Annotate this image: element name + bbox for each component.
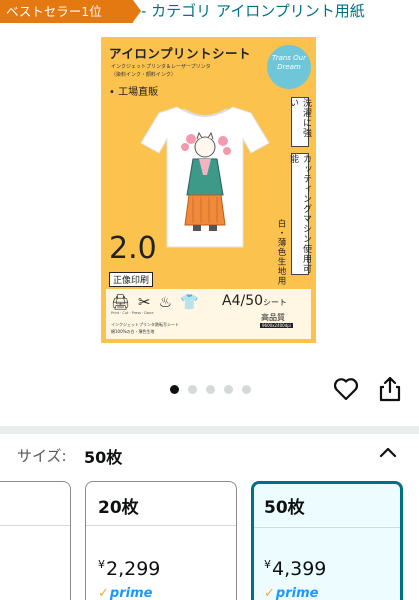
prime-check-icon: ✓	[98, 586, 109, 600]
carousel-dots[interactable]	[170, 385, 251, 394]
option-divider	[0, 525, 70, 526]
size-option-name: 50枚	[264, 498, 305, 518]
product-image[interactable]: アイロンプリントシート インクジェットプリンタ＆レーザープリンタ （染料インク・…	[101, 37, 316, 343]
tshirt-icon: 👕	[180, 293, 199, 311]
prime-badge: ✓prime	[98, 586, 152, 600]
section-divider	[0, 426, 419, 434]
bestseller-badge[interactable]: ベストセラー1位	[0, 0, 141, 23]
printer-icon: 🖨	[111, 293, 131, 311]
option-divider	[86, 525, 236, 526]
product-image-title: アイロンプリントシート	[109, 46, 252, 61]
product-note: インクジェットプリンタ熱転写シート	[111, 322, 179, 327]
iron-icon: ♨	[158, 293, 173, 311]
chevron-up-icon[interactable]	[379, 446, 397, 458]
fabric-color-label: 白・薄色生地用	[276, 219, 286, 286]
size-option-price: ¥2,299	[98, 558, 160, 580]
size-option-partial[interactable]	[0, 481, 71, 600]
selected-size: 50枚	[84, 448, 123, 467]
currency-symbol: ¥	[98, 558, 105, 571]
process-steps: Print · Cut · Press · Done	[111, 311, 154, 315]
carousel-dot[interactable]	[206, 385, 215, 394]
dpi-label: 9600x2400dpi	[260, 323, 293, 328]
product-image-subtitle-ink: （染料インク・顔料インク）	[111, 72, 176, 78]
top-strip: ベストセラー1位 - カテゴリ アイロンプリント用紙	[0, 0, 419, 24]
process-icons: 🖨 ✂ ♨ 👕	[111, 293, 199, 311]
wash-resistant-label: 洗濯に強い	[288, 97, 311, 147]
prime-badge: ✓prime	[264, 586, 318, 600]
size-option-name: 20枚	[98, 498, 139, 518]
factory-direct-label: • 工場直販	[109, 87, 159, 98]
mirror-print-label: 正像印刷	[109, 272, 154, 287]
product-image-subtitle: インクジェットプリンタ＆レーザープリンタ	[111, 64, 211, 70]
prime-check-icon: ✓	[264, 586, 275, 600]
cutting-machine-label: カッティングマシン使用可能	[288, 153, 311, 275]
scissors-icon: ✂	[138, 293, 151, 311]
sheet-size: A4/50シート	[222, 293, 287, 309]
heart-icon[interactable]	[333, 377, 359, 401]
option-divider	[254, 527, 400, 528]
currency-symbol: ¥	[264, 558, 271, 571]
size-option-price: ¥4,399	[264, 558, 326, 580]
carousel-dot[interactable]	[242, 385, 251, 394]
prime-label: prime	[109, 586, 153, 600]
price-value: 4,399	[272, 558, 327, 580]
carousel-dot[interactable]	[224, 385, 233, 394]
brand-badge: Trans Our Dream	[267, 45, 311, 89]
prime-label: prime	[275, 586, 319, 600]
bestseller-category-link[interactable]: - カテゴリ アイロンプリント用紙	[141, 0, 365, 23]
size-label: サイズ:	[17, 447, 67, 465]
sheet-size-value: A4/50	[222, 293, 264, 309]
size-option-20[interactable]: 20枚 ¥2,299 ✓prime	[85, 481, 237, 600]
carousel-dot[interactable]	[188, 385, 197, 394]
product-note-fabric: 綿100%の白・薄色生地	[111, 329, 155, 334]
price-value: 2,299	[106, 558, 161, 580]
product-info-panel: 🖨 ✂ ♨ 👕 Print · Cut · Press · Done A4/50…	[106, 289, 311, 339]
tshirt-illustration	[140, 106, 270, 248]
carousel-dot[interactable]	[170, 385, 179, 394]
size-option-50[interactable]: 50枚 ¥4,399 ✓prime	[251, 481, 403, 600]
sheet-size-unit: シート	[263, 298, 288, 307]
size-selector-header[interactable]: サイズ: 50枚	[0, 434, 419, 474]
version-label: 2.0	[109, 231, 157, 266]
share-icon[interactable]	[379, 376, 401, 402]
quality-label: 高品質	[261, 313, 285, 322]
